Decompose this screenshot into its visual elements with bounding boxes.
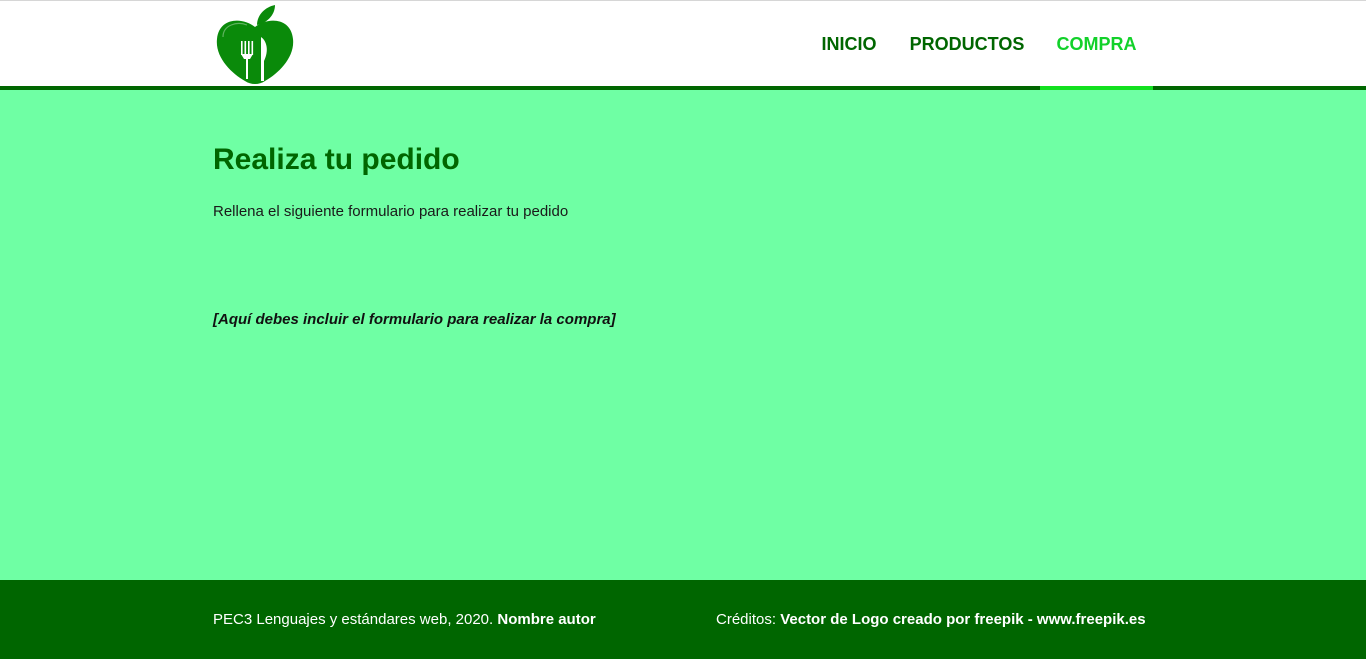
- nav-item-compra[interactable]: COMPRA: [1040, 1, 1153, 86]
- footer-credits-link[interactable]: Vector de Logo creado por freepik - www.…: [780, 611, 1145, 628]
- main-nav: INICIO PRODUCTOS COMPRA: [0, 1, 1366, 90]
- nav-item-inicio[interactable]: INICIO: [806, 1, 892, 86]
- footer-author: Nombre autor: [497, 611, 596, 628]
- nav-item-productos[interactable]: PRODUCTOS: [895, 1, 1039, 86]
- intro-text: Rellena el siguiente formulario para rea…: [213, 203, 569, 220]
- footer-copyright: PEC3 Lenguajes y estándares web, 2020. N…: [213, 611, 596, 628]
- footer-credits-label: Créditos:: [716, 611, 781, 628]
- form-placeholder-text: [Aquí debes incluir el formulario para r…: [213, 311, 616, 328]
- footer-course-text: PEC3 Lenguajes y estándares web, 2020.: [213, 611, 498, 628]
- header-divider: [0, 86, 1366, 90]
- page-title: Realiza tu pedido: [213, 143, 460, 176]
- active-nav-indicator: [1040, 86, 1153, 90]
- footer-credits: Créditos: Vector de Logo creado por free…: [716, 611, 1146, 628]
- site-footer: PEC3 Lenguajes y estándares web, 2020. N…: [0, 580, 1366, 659]
